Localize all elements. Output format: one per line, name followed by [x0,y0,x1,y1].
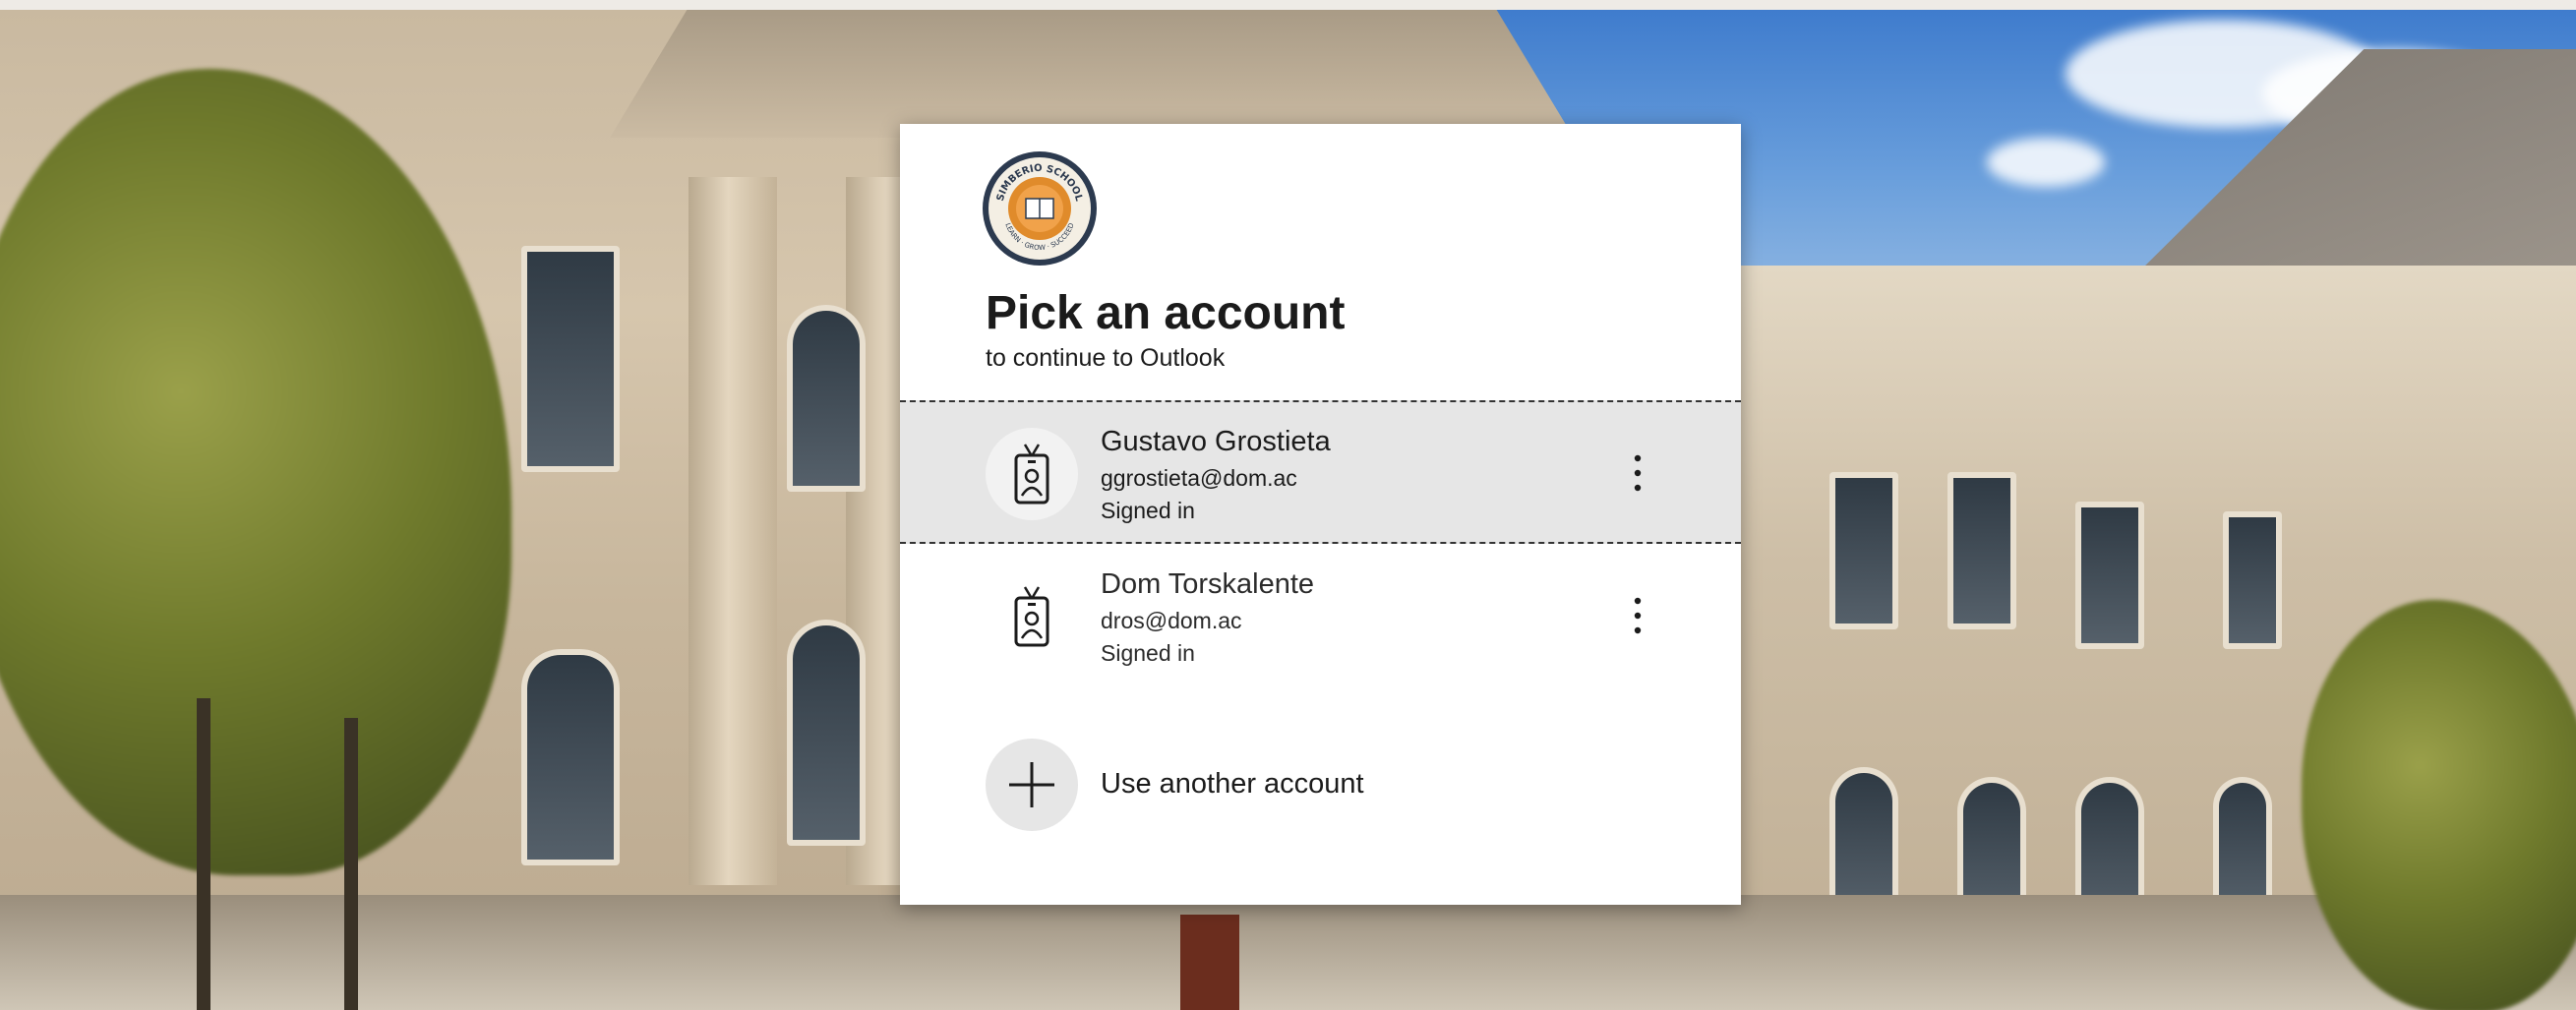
background-window [2213,777,2272,915]
plus-icon [1009,762,1054,807]
background-window [521,246,620,472]
account-status: Signed in [1101,498,1195,523]
use-another-account-button[interactable]: Use another account [986,739,1674,833]
background-window [787,620,866,846]
background-pediment [610,10,1574,138]
background-column [689,177,777,885]
background-ground [0,895,2576,1010]
use-another-account-label: Use another account [1101,768,1364,800]
account-email: ggrostieta@dom.ac [1101,465,1297,491]
id-badge-icon [1014,444,1049,505]
account-avatar [986,428,1078,520]
more-vertical-icon [1634,597,1642,634]
account-avatar [986,570,1078,663]
background-window [521,649,620,865]
account-status: Signed in [1101,640,1195,666]
background-tree-trunk [344,718,358,1010]
background-window [787,305,866,492]
account-options-button[interactable] [1608,442,1667,505]
account-row-dom[interactable]: Dom Torskalente dros@dom.ac Signed in [900,545,1741,688]
background-window [1829,767,1898,915]
account-row-gustavo[interactable]: Gustavo Grostieta ggrostieta@dom.ac Sign… [900,400,1741,544]
more-vertical-icon [1634,454,1642,492]
page-title: Pick an account [986,287,1346,339]
account-picker-card: SIMBERIO SCHOOL LEARN · GROW · SUCCEED P… [900,124,1741,905]
background-door [1180,915,1239,1010]
background-window [1947,472,2016,629]
background-window [2075,502,2144,649]
id-badge-icon [1014,586,1049,647]
page-subtitle: to continue to Outlook [986,344,1226,372]
account-name: Gustavo Grostieta [1101,426,1331,457]
account-options-button[interactable] [1608,584,1667,647]
background-tree-trunk [197,698,210,1010]
account-email: dros@dom.ac [1101,608,1242,633]
background-window [1829,472,1898,629]
background-cloud [1987,138,2105,187]
background-tree [2302,600,2576,1010]
school-crest-icon: SIMBERIO SCHOOL LEARN · GROW · SUCCEED [983,151,1097,266]
background-window [2223,511,2282,649]
account-name: Dom Torskalente [1101,568,1315,600]
plus-circle [986,739,1078,831]
browser-top-strip [0,0,2576,10]
